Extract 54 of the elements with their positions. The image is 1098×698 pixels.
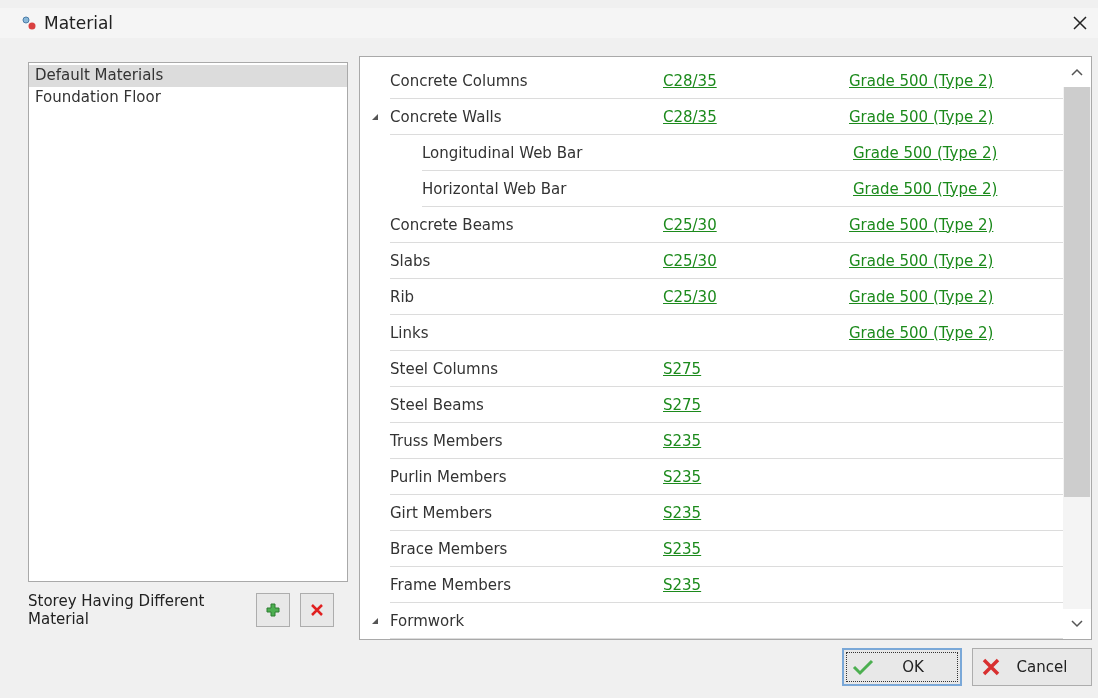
scroll-down-icon <box>1071 620 1083 628</box>
row-name: Longitudinal Web Bar <box>422 143 584 162</box>
material-link[interactable]: S235 <box>663 575 702 594</box>
material-link[interactable]: C25/30 <box>663 287 717 306</box>
rebar-link[interactable]: Grade 500 (Type 2) <box>849 215 994 234</box>
cross-icon <box>981 657 1001 677</box>
storey-item[interactable]: Foundation Floor <box>29 87 347 109</box>
material-link[interactable]: S235 <box>663 503 702 522</box>
material-link[interactable]: S275 <box>663 359 702 378</box>
delete-icon <box>310 603 324 617</box>
row-name: Links <box>390 323 430 342</box>
row-name: Purlin Members <box>390 467 508 486</box>
material-link[interactable]: C25/30 <box>663 215 717 234</box>
remove-button[interactable] <box>300 593 334 627</box>
row-name: Steel Beams <box>390 395 485 414</box>
row-name: Girt Members <box>390 503 494 522</box>
row-name: Steel Columns <box>390 359 500 378</box>
check-icon <box>852 658 874 676</box>
material-link[interactable]: C28/35 <box>663 107 717 126</box>
row-name: Horizontal Web Bar <box>422 179 568 198</box>
rebar-link[interactable]: Grade 500 (Type 2) <box>849 71 994 90</box>
expanded-icon[interactable] <box>371 616 379 625</box>
rebar-link[interactable]: Grade 500 (Type 2) <box>849 107 994 126</box>
row-name: Frame Members <box>390 575 513 594</box>
material-link[interactable]: C25/30 <box>663 251 717 270</box>
storey-item[interactable]: Default Materials <box>29 65 347 87</box>
rebar-link[interactable]: Grade 500 (Type 2) <box>853 143 998 162</box>
material-link[interactable]: S235 <box>663 467 702 486</box>
rebar-link[interactable]: Grade 500 (Type 2) <box>849 287 994 306</box>
row-name: Truss Members <box>390 431 504 450</box>
close-icon[interactable] <box>1072 15 1088 31</box>
material-link[interactable]: C28/35 <box>663 71 717 90</box>
row-name: Concrete Walls <box>390 107 503 126</box>
material-link[interactable]: S235 <box>663 431 702 450</box>
row-name: Concrete Beams <box>390 215 515 234</box>
row-name: Brace Members <box>390 539 509 558</box>
row-name: Concrete Columns <box>390 71 529 90</box>
app-icon <box>22 16 36 30</box>
row-name: Formwork <box>390 611 466 630</box>
row-name: Slabs <box>390 251 432 270</box>
row-name: Rib <box>390 287 416 306</box>
window-title: Material <box>44 13 115 33</box>
rebar-link[interactable]: Grade 500 (Type 2) <box>849 251 994 270</box>
scroll-up-icon <box>1071 68 1083 76</box>
storey-caption: Storey Having Different Material <box>28 592 206 628</box>
add-button[interactable] <box>256 593 290 627</box>
material-link[interactable]: S235 <box>663 539 702 558</box>
rebar-link[interactable]: Grade 500 (Type 2) <box>853 179 998 198</box>
expanded-icon[interactable] <box>371 112 379 121</box>
material-link[interactable]: S275 <box>663 395 702 414</box>
rebar-link[interactable]: Grade 500 (Type 2) <box>849 323 994 342</box>
plus-icon <box>266 603 280 617</box>
cancel-button[interactable]: Cancel <box>972 648 1092 686</box>
ok-button[interactable]: OK <box>842 648 962 686</box>
